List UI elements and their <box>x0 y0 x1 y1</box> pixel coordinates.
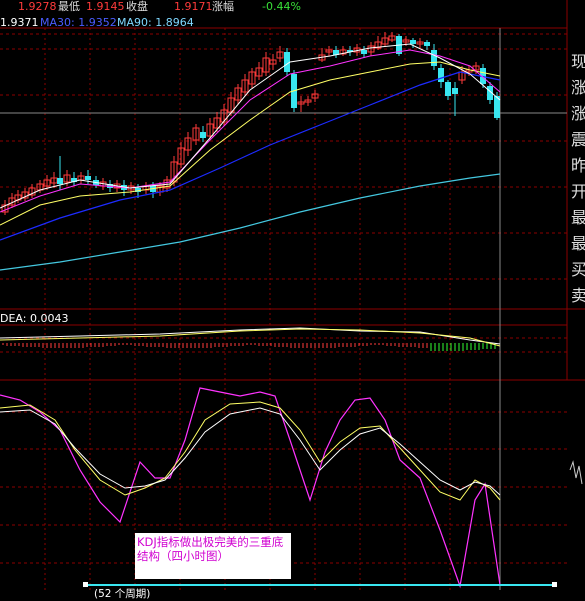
sidebar-label-prev-close: 昨 <box>571 156 585 175</box>
change-label: 涨幅 <box>212 0 234 13</box>
kdj-k-line <box>0 407 501 496</box>
sidebar-label-rise-pct: 涨 <box>571 104 585 123</box>
candle-body <box>57 178 63 184</box>
chart-canvas <box>0 0 585 590</box>
sidebar-label-amplitude: 震 <box>571 130 585 149</box>
ma-left-value: 1.9371 <box>0 16 39 29</box>
close-value: 1.9145 <box>86 0 125 13</box>
candle-body <box>438 68 444 82</box>
sidebar-label-high: 最 <box>571 208 585 227</box>
ma90-line <box>0 173 501 271</box>
ma20-line <box>0 49 501 213</box>
close-label: 收盘 <box>126 0 148 13</box>
ma5-line <box>0 43 501 209</box>
edge-wave-icon <box>569 460 583 485</box>
low-value: 1.9278 <box>18 0 57 13</box>
sidebar-label-current: 现 <box>571 52 585 71</box>
candle-body <box>200 132 206 138</box>
annotation-box: KDJ指标做出极完美的三重底 结构（四小时图） <box>135 533 291 579</box>
change-pct: -0.44% <box>262 0 301 13</box>
candle-body <box>85 176 91 180</box>
candle-body <box>452 88 458 94</box>
annotation-line-2: 结构（四小时图） <box>137 549 229 563</box>
candlestick-series <box>1 32 500 215</box>
range-handle-right[interactable] <box>552 582 557 587</box>
sidebar-label-rise: 涨 <box>571 78 585 97</box>
kdj-d-line <box>0 401 501 501</box>
annotation-line-1: KDJ指标做出极完美的三重底 <box>137 535 284 549</box>
sidebar-label-buy: 买 <box>571 260 585 279</box>
ma30-line <box>0 71 501 241</box>
sidebar-label-sell: 卖 <box>571 286 585 305</box>
indicator-lines <box>0 43 501 271</box>
ma90-label: MA90: 1.8964 <box>117 16 194 29</box>
candle-body <box>424 42 430 46</box>
dea-label: DEA: 0.0043 <box>0 312 69 325</box>
change-value: 1.9171 <box>174 0 213 13</box>
candle-body <box>445 82 451 96</box>
ma10-line <box>0 61 501 226</box>
candle-body <box>431 50 437 66</box>
macd-histogram <box>0 327 501 351</box>
ma30-label: MA30: 1.9352 <box>40 16 117 29</box>
sidebar-label-open: 开 <box>571 182 585 201</box>
range-handle-left[interactable] <box>83 582 88 587</box>
low-label: 最低 <box>58 0 80 13</box>
candle-body <box>361 50 367 54</box>
candle-body <box>284 52 290 72</box>
sidebar-label-low: 最 <box>571 234 585 253</box>
candle-body <box>410 40 416 44</box>
